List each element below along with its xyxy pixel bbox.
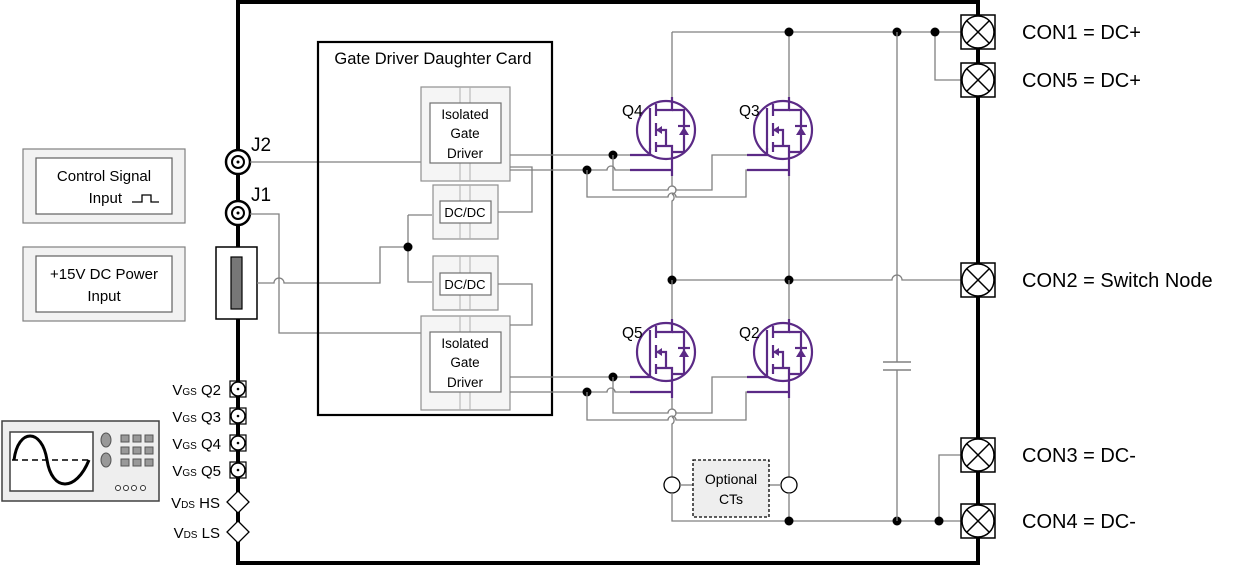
terminal-con1[interactable] xyxy=(960,14,996,50)
dcdc-converter-top: DC/DC xyxy=(432,184,499,240)
junction-dc-minus-1 xyxy=(784,516,794,526)
probe-vgs-q2-connector[interactable] xyxy=(229,380,247,398)
ct-sense-point-left[interactable] xyxy=(663,476,681,494)
terminal-label-con1: CON1 = DC+ xyxy=(1022,22,1141,44)
terminal-con3[interactable] xyxy=(960,437,996,473)
j2-connector[interactable] xyxy=(224,148,252,176)
control-signal-source: Control Signal Input xyxy=(22,148,186,224)
power-input-source: +15V DC Power Input xyxy=(22,246,186,322)
optional-cts-line1: Optional xyxy=(705,471,757,487)
wire-source-q3 xyxy=(586,169,788,198)
wire-source-q5 xyxy=(510,387,630,393)
probe-label-vds-hs: VDS HS xyxy=(171,495,220,512)
terminal-label-con4: CON4 = DC- xyxy=(1022,511,1136,533)
control-signal-line2: Input xyxy=(89,190,123,207)
q5-label: Q5 xyxy=(622,325,643,342)
probe-vds-hs-connector[interactable] xyxy=(226,490,250,514)
wire-switch-node xyxy=(672,274,965,281)
junction-power xyxy=(403,242,413,252)
optional-cts-line2: CTs xyxy=(719,491,743,507)
schematic-canvas: Control Signal Input +15V DC Power Input… xyxy=(1,0,1213,565)
gate-driver-bottom-line3: Driver xyxy=(447,375,484,390)
probe-vgs-q4-connector[interactable] xyxy=(229,434,247,452)
j1-connector[interactable] xyxy=(224,199,252,227)
wire-gate-q3 xyxy=(612,154,750,191)
terminal-label-con2: CON2 = Switch Node xyxy=(1022,270,1213,292)
probe-label-vgs-q3: VGS Q3 xyxy=(172,409,221,426)
daughter-card-title: Gate Driver Daughter Card xyxy=(334,50,531,68)
terminal-con5[interactable] xyxy=(960,62,996,98)
ct-sense-point-right[interactable] xyxy=(780,476,798,494)
dcdc-bottom-label: DC/DC xyxy=(444,277,485,292)
optional-cts-box xyxy=(692,459,770,518)
gate-driver-bottom-line1: Isolated xyxy=(441,336,488,351)
probe-label-vgs-q2: VGS Q2 xyxy=(172,382,221,399)
terminal-label-con3: CON3 = DC- xyxy=(1022,445,1136,467)
gate-driver-top-line1: Isolated xyxy=(441,107,488,122)
wire-j1-to-gate-driver-bottom xyxy=(250,213,421,334)
j1-label: J1 xyxy=(251,185,271,206)
dcdc-top-label: DC/DC xyxy=(444,205,485,220)
probe-vds-ls-connector[interactable] xyxy=(226,520,250,544)
wire-gate-q2 xyxy=(612,376,750,414)
probe-label-vds-ls: VDS LS xyxy=(174,525,220,542)
power-input-line2: Input xyxy=(87,288,121,305)
wire-q5-source xyxy=(669,398,677,477)
terminal-label-con5: CON5 = DC+ xyxy=(1022,70,1141,92)
isolated-gate-driver-bottom: Isolated Gate Driver xyxy=(420,315,511,411)
oscilloscope-icon xyxy=(1,420,160,502)
wire-q4-source xyxy=(669,175,677,280)
wire-source-q2 xyxy=(586,391,788,421)
gate-driver-bottom-line2: Gate xyxy=(450,355,479,370)
probe-vgs-q3-connector[interactable] xyxy=(229,407,247,425)
control-signal-line1: Control Signal xyxy=(57,168,151,185)
q2-label: Q2 xyxy=(739,325,760,342)
gate-driver-top-line2: Gate xyxy=(450,126,479,141)
j2-label: J2 xyxy=(251,135,271,156)
junction-dc-plus-3 xyxy=(930,27,940,37)
probe-label-vgs-q4: VGS Q4 xyxy=(172,436,221,453)
gate-driver-top-line3: Driver xyxy=(447,146,484,161)
isolated-gate-driver-top: Isolated Gate Driver xyxy=(420,86,511,182)
terminal-con2[interactable] xyxy=(960,262,996,298)
power-input-line1: +15V DC Power xyxy=(50,266,158,283)
junction-dc-plus-1 xyxy=(784,27,794,37)
q4-label: Q4 xyxy=(622,103,643,120)
power-jack-connector[interactable] xyxy=(215,246,258,320)
probe-vgs-q5-connector[interactable] xyxy=(229,461,247,479)
junction-dc-minus-3 xyxy=(934,516,944,526)
dcdc-converter-bottom: DC/DC xyxy=(432,255,499,311)
q3-label: Q3 xyxy=(739,103,760,120)
terminal-con4[interactable] xyxy=(960,503,996,539)
probe-label-vgs-q5: VGS Q5 xyxy=(172,463,221,480)
